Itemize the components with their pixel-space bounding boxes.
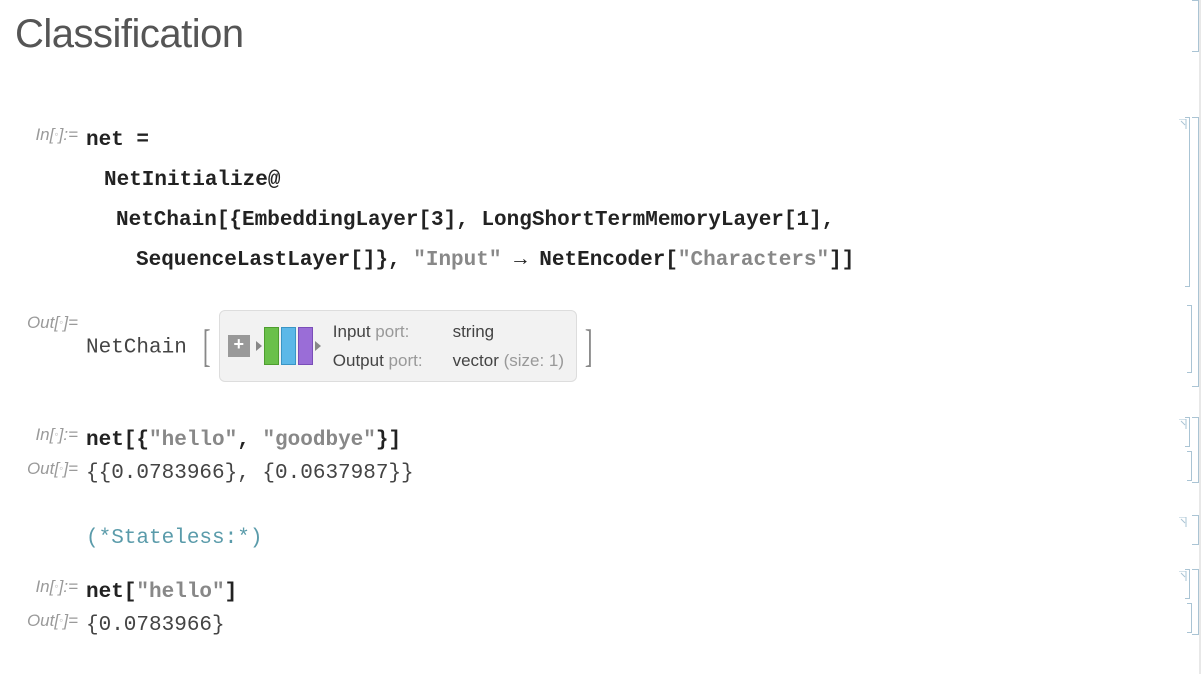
- layer-block-blue: [281, 327, 296, 365]
- input-cell[interactable]: In[◦]:= net = NetInitialize@ NetChain[{E…: [0, 117, 1171, 285]
- input-port-value: string: [453, 318, 564, 345]
- comment-cell[interactable]: (*Stateless:*): [0, 515, 1171, 563]
- cell-bracket-tick: [1179, 517, 1187, 527]
- bracket-left: [: [203, 328, 211, 365]
- cell-bracket-tick: [1179, 119, 1187, 129]
- cell-bracket[interactable]: [1192, 0, 1199, 52]
- output-label: Out[◦]=: [0, 455, 86, 479]
- cell-bracket[interactable]: [1185, 117, 1190, 287]
- arrow-icon: [256, 341, 262, 351]
- section-title: Classification: [0, 0, 1171, 57]
- cell-bracket[interactable]: [1187, 603, 1192, 633]
- layer-block-green: [264, 327, 279, 365]
- layer-diagram: [256, 327, 321, 365]
- arrow-icon: [315, 341, 321, 351]
- output-cell: Out[◦]= {{0.0783966}, {0.0637987}}: [0, 451, 1171, 495]
- output-cell: Out[◦]= {0.0783966}: [0, 603, 1171, 647]
- netchain-summary-box[interactable]: [ + Input port: string Output port:: [199, 310, 596, 382]
- cell-bracket-tick: [1179, 571, 1187, 581]
- output-port-value: vector (size: 1): [453, 347, 564, 374]
- output-label: Out[◦]=: [0, 309, 86, 333]
- layer-block-purple: [298, 327, 313, 365]
- output-port-label: Output port:: [333, 347, 423, 374]
- bracket-right: ]: [585, 328, 593, 365]
- input-label: In[◦]:=: [0, 421, 86, 445]
- cell-bracket[interactable]: [1192, 515, 1199, 545]
- input-port-label: Input port:: [333, 318, 423, 345]
- output-cell: Out[◦]= NetChain [ + Input port:: [0, 305, 1171, 387]
- input-label: In[◦]:=: [0, 121, 86, 145]
- cell-bracket[interactable]: [1187, 451, 1192, 481]
- cell-bracket-tick: [1179, 419, 1187, 429]
- output-label: Out[◦]=: [0, 607, 86, 631]
- input-label: In[◦]:=: [0, 573, 86, 597]
- cell-bracket[interactable]: [1187, 305, 1192, 373]
- expand-button[interactable]: +: [228, 335, 250, 357]
